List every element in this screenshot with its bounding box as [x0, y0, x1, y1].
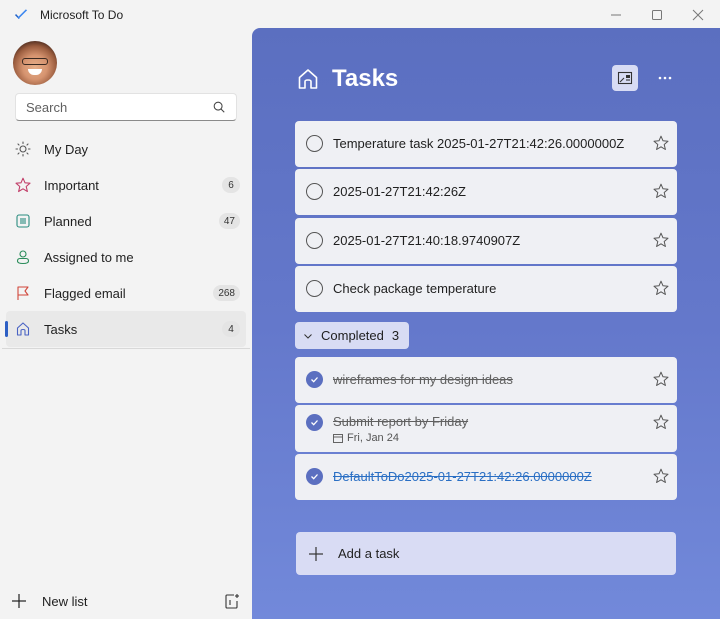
sidebar-item-flagged-email[interactable]: Flagged email 268: [6, 275, 246, 311]
star-icon[interactable]: [653, 232, 669, 248]
checkmark-icon: [311, 474, 318, 480]
avatar[interactable]: [13, 41, 57, 85]
task-item[interactable]: Check package temperature: [295, 266, 677, 312]
search-box[interactable]: [15, 93, 237, 121]
task-title[interactable]: DefaultToDo2025-01-27T21:42:26.0000000Z: [333, 469, 592, 484]
plus-icon: [309, 546, 323, 561]
flag-icon: [17, 286, 29, 300]
completed-checkbox[interactable]: [306, 414, 323, 431]
star-icon: [15, 177, 31, 193]
star-icon[interactable]: [653, 280, 669, 296]
chevron-down-icon: [304, 333, 312, 339]
sun-icon: [15, 141, 31, 157]
close-button[interactable]: [678, 0, 718, 30]
maximize-button[interactable]: [637, 0, 677, 30]
complete-checkbox[interactable]: [306, 135, 323, 152]
task-title: Temperature task 2025-01-27T21:42:26.000…: [333, 136, 625, 151]
checkmark-icon: [311, 377, 318, 383]
calendar-icon: [333, 434, 343, 443]
completed-label: Completed: [321, 328, 384, 343]
item-count-badge: 268: [213, 285, 240, 301]
complete-checkbox[interactable]: [306, 280, 323, 297]
plus-icon: [12, 594, 26, 608]
checkmark-icon: [311, 420, 318, 426]
sidebar: My Day Important 6 Planned 47 Assig: [0, 30, 252, 619]
search-icon[interactable]: [212, 100, 226, 114]
background-picture-icon: [617, 71, 633, 85]
complete-checkbox[interactable]: [306, 183, 323, 200]
avatar-smile: [28, 69, 42, 75]
search-input[interactable]: [26, 99, 212, 115]
app-logo-icon: [14, 9, 28, 19]
change-background-button[interactable]: [612, 65, 638, 91]
task-title: Submit report by Friday: [333, 414, 469, 429]
star-icon[interactable]: [653, 414, 669, 430]
more-icon: [658, 76, 672, 80]
task-item[interactable]: Temperature task 2025-01-27T21:42:26.000…: [295, 121, 677, 167]
minimize-icon: [611, 14, 621, 16]
sidebar-item-label: Tasks: [44, 321, 78, 337]
active-indicator: [5, 321, 8, 337]
task-item[interactable]: 2025-01-27T21:42:26Z: [295, 169, 677, 215]
item-count-badge: 47: [218, 213, 240, 229]
list-title: Tasks: [332, 65, 399, 92]
new-list-button[interactable]: New list: [10, 590, 88, 612]
add-task-box[interactable]: [296, 532, 676, 575]
star-icon[interactable]: [653, 468, 669, 484]
list-header: Tasks: [296, 64, 398, 94]
task-list-panel: Tasks Temperature task 2025-01-27T21:42:…: [252, 28, 720, 619]
sidebar-item-my-day[interactable]: My Day: [6, 131, 246, 167]
completed-checkbox[interactable]: [306, 468, 323, 485]
task-title: 2025-01-27T21:40:18.9740907Z: [333, 233, 521, 248]
completed-task-item[interactable]: DefaultToDo2025-01-27T21:42:26.0000000Z: [295, 454, 677, 500]
home-icon: [298, 69, 318, 89]
star-icon[interactable]: [653, 183, 669, 199]
task-title: 2025-01-27T21:42:26Z: [333, 184, 466, 199]
avatar-glasses: [22, 58, 48, 65]
due-date: Fri, Jan 24: [333, 432, 399, 444]
sidebar-item-assigned-to-me[interactable]: Assigned to me: [6, 239, 246, 275]
person-icon: [16, 250, 30, 265]
task-item[interactable]: 2025-01-27T21:40:18.9740907Z: [295, 218, 677, 264]
sidebar-item-planned[interactable]: Planned 47: [6, 203, 246, 239]
completed-section-toggle[interactable]: Completed 3: [295, 322, 410, 349]
completed-task-item[interactable]: Submit report by Friday Fri, Jan 24: [295, 405, 677, 452]
title-bar: Microsoft To Do: [0, 0, 720, 30]
item-count-badge: 6: [222, 177, 240, 193]
app-title: Microsoft To Do: [40, 8, 124, 22]
calendar-grid-icon: [16, 214, 30, 228]
task-title: wireframes for my design ideas: [333, 372, 513, 387]
minimize-button[interactable]: [596, 0, 636, 30]
new-group-icon[interactable]: [224, 593, 240, 609]
completed-checkbox[interactable]: [306, 371, 323, 388]
sidebar-divider: [2, 348, 250, 349]
sidebar-item-label: Flagged email: [44, 285, 126, 301]
completed-task-item[interactable]: wireframes for my design ideas: [295, 357, 677, 403]
sidebar-item-label: Important: [44, 177, 99, 193]
more-options-button[interactable]: [652, 65, 678, 91]
task-title: Check package temperature: [333, 281, 497, 296]
sidebar-item-label: My Day: [44, 141, 89, 157]
due-date-text: Fri, Jan 24: [347, 432, 399, 444]
sidebar-item-label: Assigned to me: [44, 249, 134, 265]
sidebar-item-important[interactable]: Important 6: [6, 167, 246, 203]
sidebar-item-tasks[interactable]: Tasks 4: [5, 311, 246, 347]
star-icon[interactable]: [653, 371, 669, 387]
sidebar-nav: My Day Important 6 Planned 47 Assigned t…: [0, 131, 252, 347]
star-icon[interactable]: [653, 135, 669, 151]
new-list-label: New list: [42, 593, 88, 609]
home-icon: [16, 322, 30, 336]
complete-checkbox[interactable]: [306, 232, 323, 249]
sidebar-item-label: Planned: [44, 213, 92, 229]
item-count-badge: 4: [222, 321, 240, 337]
maximize-icon: [652, 10, 662, 20]
close-icon: [692, 9, 704, 21]
completed-count: 3: [391, 328, 400, 343]
add-task-input[interactable]: [338, 546, 658, 561]
